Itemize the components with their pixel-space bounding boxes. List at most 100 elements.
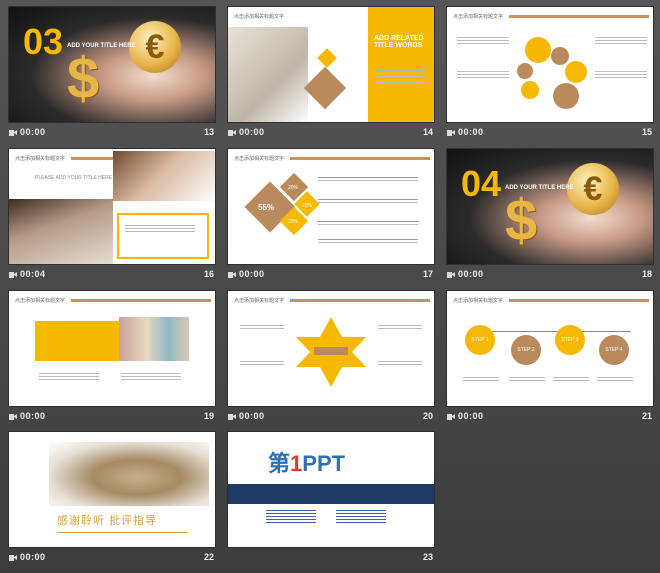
ppt-logo: 第1PPT [268,446,345,478]
step-circle: STEP 3 [555,325,585,355]
slide-time: 00:00 [239,127,265,137]
timing-icon [9,555,17,561]
logo-part: PPT [302,451,346,476]
slide-number: 19 [203,411,214,421]
slide-preview[interactable]: 点击添加相关标题文字 PLEASE ADD YOUR TITLE HERE [8,148,216,265]
body-text [457,37,509,46]
slide-meta: 00:00 22 [8,551,216,567]
header-rule [509,299,649,302]
slide-meta: 00:00 21 [446,410,654,426]
slide-header: 点击添加相关标题文字 [453,14,504,20]
slide-preview[interactable]: 点击添加相关标题文字 STEP 1 STEP 2 STEP 3 STEP 4 [446,290,654,407]
header-rule [290,299,430,302]
slide-thumb-22[interactable]: 感谢聆听 批评指导 00:00 22 [8,431,218,570]
body-text [509,377,545,383]
slide-time: 00:00 [458,411,484,421]
circle-node [525,37,551,63]
slide-thumb-20[interactable]: 点击添加相关标题文字 00:00 20 [227,290,437,429]
slide-preview[interactable]: 第1PPT [227,431,435,548]
percent-label: 20% [288,185,299,191]
body-text [240,325,284,331]
slide-time: 00:00 [239,411,265,421]
percent-label: 55% [258,203,275,212]
circle-node [565,61,587,83]
body-text [463,377,499,383]
percent-label: 20% [288,219,299,225]
slide-preview[interactable]: $ € 03 ADD YOUR TITLE HERE [8,6,216,123]
slide-thumb-19[interactable]: 点击添加相关标题文字 00:00 19 [8,290,218,429]
divider [57,532,187,533]
timing-icon [447,414,455,420]
step-circle: STEP 2 [511,335,541,365]
thanks-text: 感谢聆听 批评指导 [57,515,158,527]
slide-thumb-18[interactable]: $ € 04 ADD YOUR TITLE HERE 00:00 18 [446,148,656,287]
slide-meta: 00:00 15 [446,126,654,142]
logo-part: 第 [268,451,291,476]
gold-panel [368,7,434,122]
slide-time: 00:00 [458,127,484,137]
info-band [228,484,434,504]
slide-number: 15 [641,127,652,137]
body-text [318,177,418,183]
coins-photo [49,442,209,506]
slide-meta: 00:04 16 [8,268,216,284]
header-rule [509,15,649,18]
slide-thumb-13[interactable]: $ € 03 ADD YOUR TITLE HERE 00:00 13 [8,6,218,145]
slide-meta: 00:00 19 [8,410,216,426]
slide-header: 点击添加相关标题文字 [234,14,285,20]
timing-icon [9,272,17,278]
header-rule [71,299,211,302]
body-text [595,37,647,46]
section-number: 04 [461,163,502,204]
slide-number: 23 [422,552,433,562]
slide-number: 13 [203,127,214,137]
slide-header: 点击添加相关标题文字 [234,156,285,162]
timing-icon [228,272,236,278]
slide-preview[interactable]: 点击添加相关标题文字 [8,290,216,407]
slide-number: 22 [203,552,214,562]
timing-icon [447,130,455,136]
slide-number: 16 [203,269,214,279]
slide-preview[interactable]: 点击添加相关标题文字 ADD RELATED TITLE WORDS [227,6,435,123]
step-circle: STEP 4 [599,335,629,365]
slide-preview[interactable]: $ € 04 ADD YOUR TITLE HERE [446,148,654,265]
hand-photo [113,151,215,201]
slide-preview[interactable]: 点击添加相关标题文字 55% 20% 20% 20% [227,148,435,265]
body-text [240,361,284,367]
glasses-photo [9,199,113,264]
circle-node [517,63,533,79]
slide-meta: 23 [227,551,435,567]
body-text [378,361,422,367]
dollar-coin-icon: $ [505,188,538,253]
slide-header: 点击添加相关标题文字 [15,156,66,162]
body-text [121,373,181,382]
connector-line [471,331,631,332]
slide-number: 20 [422,411,433,421]
slide-meta: 00:00 18 [446,268,654,284]
body-text [318,239,418,245]
slide-meta: 00:00 13 [8,126,216,142]
slide-preview[interactable]: 感谢聆听 批评指导 [8,431,216,548]
body-text [318,221,418,227]
timing-icon [9,130,17,136]
slide-preview[interactable]: 点击添加相关标题文字 [446,6,654,123]
timing-icon [9,414,17,420]
slide-title: ADD RELATED TITLE WORDS [374,35,424,49]
slide-thumb-16[interactable]: 点击添加相关标题文字 PLEASE ADD YOUR TITLE HERE 00… [8,148,218,287]
slide-preview[interactable]: 点击添加相关标题文字 [227,290,435,407]
slide-thumb-17[interactable]: 点击添加相关标题文字 55% 20% 20% 20% 00:00 17 [227,148,437,287]
slide-time: 00:00 [239,269,265,279]
slide-thumb-14[interactable]: 点击添加相关标题文字 ADD RELATED TITLE WORDS 00:00… [227,6,437,145]
slide-header: 点击添加相关标题文字 [234,298,285,304]
slide-thumb-23[interactable]: 第1PPT 23 [227,431,437,570]
star-diagram [296,317,366,387]
body-text [125,225,195,234]
slide-thumb-15[interactable]: 点击添加相关标题文字 00:00 15 [446,6,656,145]
body-text [318,199,418,205]
gold-panel [35,321,123,361]
slide-thumb-21[interactable]: 点击添加相关标题文字 STEP 1 STEP 2 STEP 3 STEP 4 0… [446,290,656,429]
slide-number: 17 [422,269,433,279]
slide-sorter-view: { "header_text": "点击添加相关标题文字", "slides":… [0,0,660,573]
text-frame [117,213,209,259]
body-text [266,510,316,525]
